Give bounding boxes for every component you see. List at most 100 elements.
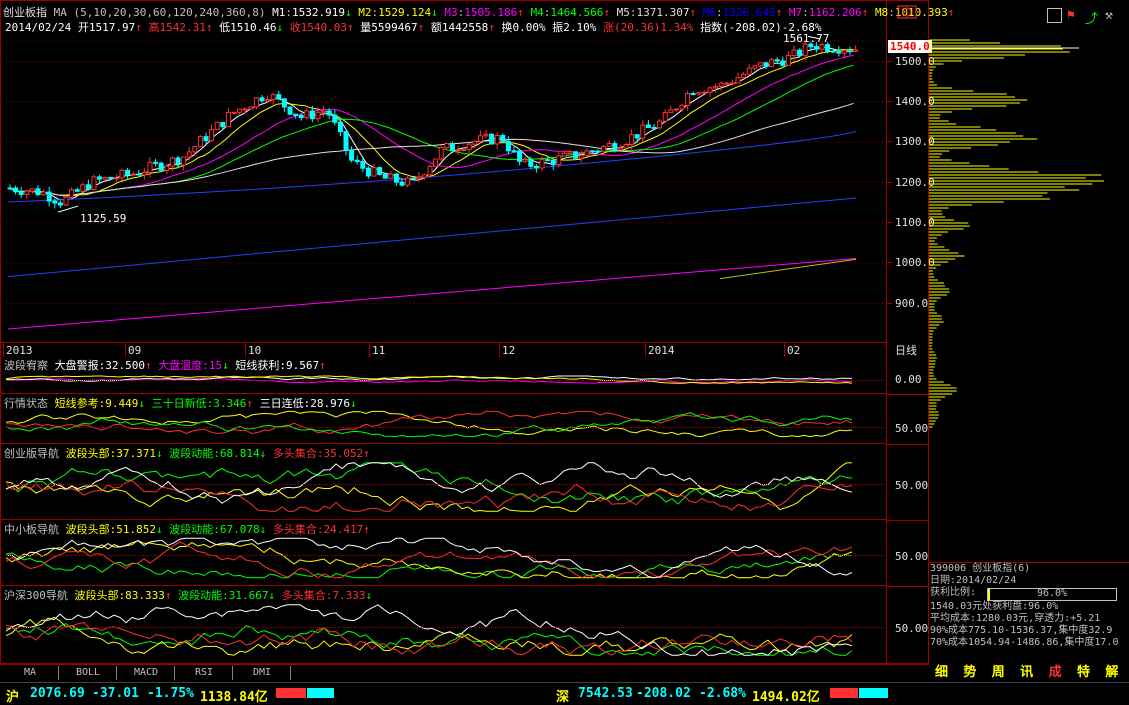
ma-value-2: M2 <box>358 6 372 19</box>
candle-body <box>690 93 696 96</box>
indicator-arrow: ↓ <box>155 523 163 536</box>
cost-70-line: 70%成本1054.94-1486.86,集中度17.0 <box>930 637 1119 648</box>
axis-divider <box>886 394 929 395</box>
side-button-0[interactable]: 细 <box>930 664 953 682</box>
candle-body <box>825 44 831 52</box>
candle-body <box>197 136 203 148</box>
side-button-6[interactable]: 解 <box>1100 664 1123 682</box>
side-button-4[interactable]: 成 <box>1044 664 1067 682</box>
sh-breadth-bar <box>276 688 334 698</box>
indicator-header: 波段宥察 大盘警报:32.500↑ 大盘温度:15↓ 短线获利:9.567↑ <box>4 357 326 373</box>
ma-value-8: M8 <box>874 6 889 19</box>
candle-body <box>645 124 651 128</box>
current-price-badge: 1540.0 <box>888 40 932 53</box>
date-line: 日期:2014/02/24 <box>930 575 1017 586</box>
ma-value-number-5: 1371.307 <box>636 6 690 19</box>
indicator-arrow: ↓ <box>138 397 145 410</box>
indicator-title[interactable]: 波段宥察 <box>4 359 48 372</box>
candle-body <box>125 169 131 176</box>
candlestick-chart[interactable] <box>0 30 886 342</box>
indicator-title[interactable]: 沪深300导航 <box>4 589 68 602</box>
candle-body <box>52 200 58 204</box>
candle-body <box>169 157 175 167</box>
indicator-header: 行情状态 短线参考:9.449↓ 三十日新低:3.346↑ 三日连低:28.97… <box>4 395 357 411</box>
candle-body <box>472 140 478 145</box>
tab-rsi[interactable]: RSI <box>176 666 233 680</box>
candle-body <box>797 49 803 57</box>
candle-body <box>662 112 668 122</box>
candle-body <box>853 49 859 52</box>
candle-body <box>304 110 310 119</box>
axis-divider <box>886 520 929 521</box>
max-price-label: 1561.77 <box>783 32 830 45</box>
indicator-title[interactable]: 行情状态 <box>4 397 48 410</box>
candle-body <box>242 108 248 111</box>
candle-body <box>309 110 315 120</box>
indicator-panel-p1[interactable]: 波段宥察 大盘警报:32.500↑ 大盘温度:15↓ 短线获利:9.567↑ <box>0 356 886 394</box>
sh-label: 沪 <box>6 690 20 705</box>
indicator-arrow: ↑ <box>319 359 326 372</box>
tab-dmi[interactable]: DMI <box>234 666 291 680</box>
indicator-panel-p4[interactable]: 中小板导航 波段头部:51.852↓ 波段动能:67.078↓ 多头集合:24.… <box>0 520 886 586</box>
price-tick <box>886 182 892 183</box>
tab-boll[interactable]: BOLL <box>60 666 117 680</box>
tab-ma[interactable]: MA <box>2 666 59 680</box>
ma240-line <box>7 197 857 278</box>
indicator-arrow: ↓ <box>365 589 373 602</box>
indicator-title[interactable]: 中小板导航 <box>4 523 59 536</box>
candle-body <box>573 151 579 159</box>
candle-body <box>13 187 19 193</box>
ma-arrow-5: ↑ <box>689 6 697 19</box>
side-button-5[interactable]: 特 <box>1072 664 1095 682</box>
pin-icon[interactable]: ⤴ <box>1085 8 1098 27</box>
candle-body <box>421 174 427 178</box>
indicator-value: 多头集合:7.333 <box>281 589 366 602</box>
candle-body <box>97 176 103 180</box>
axis-divider <box>886 586 929 587</box>
candle-body <box>337 121 343 133</box>
candle-body <box>270 94 276 101</box>
indicator-value: 波段动能:31.667 <box>178 589 269 602</box>
candle-body <box>399 181 405 186</box>
indicator-title[interactable]: 创业版导航 <box>4 447 59 460</box>
sz-index[interactable]: 7542.53 <box>578 686 633 701</box>
alarm-icon[interactable] <box>897 5 917 19</box>
indicator-value: 大盘警报:32.500 <box>54 359 145 372</box>
candle-body <box>561 152 567 157</box>
indicator-header: 沪深300导航 波段头部:83.333↑ 波段动能:31.667↓ 多头集合:7… <box>4 587 372 603</box>
candle-body <box>209 129 215 142</box>
side-button-1[interactable]: 势 <box>958 664 981 682</box>
indicator-value: 三十日新低:3.346 <box>151 397 247 410</box>
period-label[interactable]: 日线 <box>895 342 917 358</box>
date-axis: 2013 09 10 11 12 2014 02 <box>0 342 886 357</box>
ma-arrow-1: ↓ <box>345 6 352 19</box>
ma-value-number-7: 1162.206 <box>808 6 862 19</box>
indicator-arrow: ↓ <box>349 397 357 410</box>
min-marker <box>57 205 79 213</box>
flag-icon[interactable]: ⚑ <box>1067 8 1075 23</box>
window-icon[interactable] <box>1047 8 1062 23</box>
tab-macd[interactable]: MACD <box>118 666 175 680</box>
side-button-2[interactable]: 周 <box>987 664 1010 682</box>
side-button-3[interactable]: 讯 <box>1015 664 1038 682</box>
avg-cost-line: 平均成本:1280.03元,穿透力:+5.21 <box>930 613 1101 624</box>
ma-values: M1:1532.919↓ M2:1529.124↓ M3:1505.186↑ M… <box>272 6 955 19</box>
sh-change: -37.01 <box>92 686 139 701</box>
candle-body <box>466 143 472 151</box>
ma360-line <box>7 257 857 330</box>
tools-icon[interactable]: ⚒ <box>1105 8 1113 23</box>
candle-body <box>477 135 483 142</box>
ma-value-number-1: 1532.919 <box>292 6 346 19</box>
indicator-panel-p3[interactable]: 创业版导航 波段头部:37.371↓ 波段动能:68.814↓ 多头集合:35.… <box>0 444 886 520</box>
price-tick <box>886 61 892 62</box>
indicator-arrow: ↓ <box>259 523 267 536</box>
indicator-panel-p2[interactable]: 行情状态 短线参考:9.449↓ 三十日新低:3.346↑ 三日连低:28.97… <box>0 394 886 444</box>
indicator-panel-p5[interactable]: 沪深300导航 波段头部:83.333↑ 波段动能:31.667↓ 多头集合:7… <box>0 586 886 664</box>
indicator-line <box>5 462 853 512</box>
candle-body <box>225 112 231 128</box>
chart-title[interactable]: 创业板指 <box>3 6 47 19</box>
candle-body <box>718 82 724 88</box>
sh-index[interactable]: 2076.69 <box>30 686 85 701</box>
candle-body <box>24 190 30 195</box>
candle-body <box>153 161 159 164</box>
